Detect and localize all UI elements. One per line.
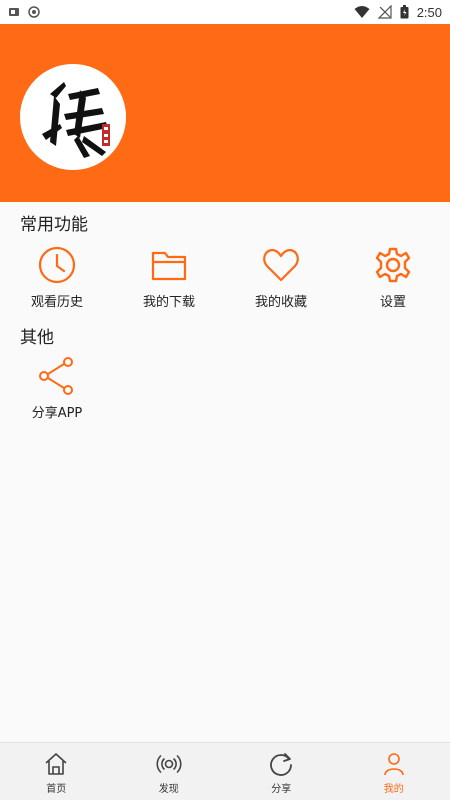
gear-icon	[375, 247, 411, 283]
watch-history-button[interactable]: 观看历史	[12, 245, 102, 310]
my-downloads-button[interactable]: 我的下载	[124, 245, 214, 310]
notification-icon	[9, 8, 19, 16]
status-bar: 2:50	[0, 0, 450, 24]
my-favorites-label: 我的收藏	[254, 295, 307, 310]
common-functions-title: 常用功能	[20, 215, 88, 235]
share-icon	[39, 357, 73, 395]
heart-icon	[263, 248, 299, 282]
tab-mine[interactable]: 我的	[338, 743, 450, 800]
broadcast-icon	[156, 755, 182, 773]
profile-header	[0, 24, 450, 202]
folder-icon	[151, 251, 187, 281]
bottom-tab-bar: 首页 发现 分享 我的	[0, 742, 450, 800]
tab-discover[interactable]: 发现	[113, 743, 226, 800]
settings-label: 设置	[379, 295, 406, 310]
refresh-icon	[270, 753, 293, 776]
other-title: 其他	[20, 328, 54, 348]
home-icon	[45, 753, 67, 775]
user-icon	[383, 753, 404, 776]
my-favorites-button[interactable]: 我的收藏	[236, 245, 326, 310]
tab-home[interactable]: 首页	[0, 743, 113, 800]
clock-icon	[38, 246, 76, 284]
watch-history-label: 观看历史	[30, 295, 83, 310]
wifi-icon	[354, 6, 370, 18]
no-signal-icon	[377, 5, 392, 19]
share-app-label: 分享APP	[31, 406, 83, 421]
avatar[interactable]	[20, 64, 126, 170]
status-time: 2:50	[416, 4, 442, 20]
status-right-icons: 2:50	[354, 5, 442, 20]
tab-share-label: 分享	[271, 784, 292, 795]
battery-icon	[400, 5, 409, 19]
tab-share[interactable]: 分享	[225, 743, 338, 800]
shield-icon	[28, 6, 40, 18]
tab-discover-label: 发现	[158, 784, 179, 795]
my-downloads-label: 我的下载	[142, 295, 195, 310]
tab-home-label: 首页	[46, 784, 67, 795]
tab-mine-label: 我的	[383, 784, 404, 795]
calligraphy-logo	[20, 64, 126, 170]
status-left-icons	[8, 6, 40, 18]
share-app-button[interactable]: 分享APP	[12, 356, 102, 421]
settings-button[interactable]: 设置	[348, 245, 438, 310]
